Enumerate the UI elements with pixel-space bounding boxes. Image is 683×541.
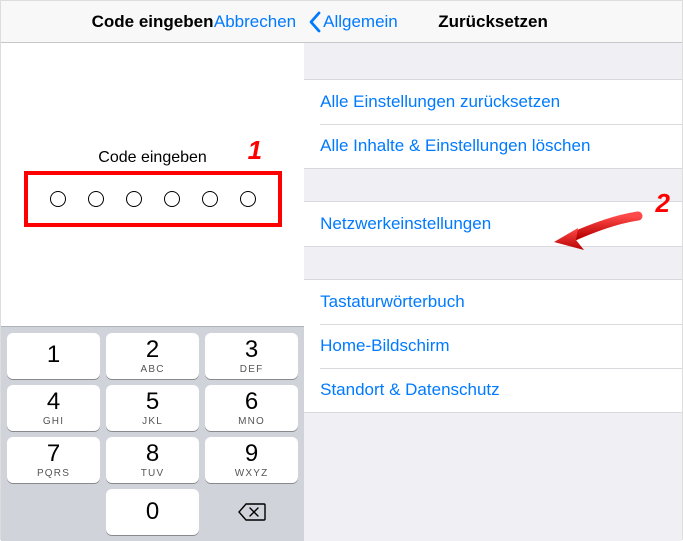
row-keyboard-dictionary[interactable]: Tastaturwörterbuch [304,280,682,324]
row-location-privacy[interactable]: Standort & Datenschutz [304,368,682,412]
key-5[interactable]: 5JKL [106,385,199,431]
cancel-button[interactable]: Abbrechen [210,1,300,43]
key-blank [7,489,100,535]
row-home-screen[interactable]: Home-Bildschirm [304,324,682,368]
reset-header: Allgemein Zurücksetzen [304,1,682,43]
annotation-1: 1 [248,135,262,166]
key-0[interactable]: 0 [106,489,199,535]
key-1[interactable]: 1 [7,333,100,379]
row-reset-all-settings[interactable]: Alle Einstellungen zurücksetzen [304,80,682,124]
key-7[interactable]: 7PQRS [7,437,100,483]
reset-group-1: Alle Einstellungen zurücksetzen Alle Inh… [304,79,682,169]
reset-group-2: Netzwerkeinstellungen [304,201,682,247]
reset-group-3: Tastaturwörterbuch Home-Bildschirm Stand… [304,279,682,413]
passcode-dot [240,191,256,207]
back-label: Allgemein [323,12,398,32]
key-3[interactable]: 3DEF [205,333,298,379]
passcode-dots-box [24,171,282,227]
row-erase-all[interactable]: Alle Inhalte & Einstellungen löschen [304,124,682,168]
key-9[interactable]: 9WXYZ [205,437,298,483]
key-2[interactable]: 2ABC [106,333,199,379]
passcode-body: Code eingeben 1 [1,43,304,326]
reset-panel: Allgemein Zurücksetzen Alle Einstellunge… [304,1,682,541]
passcode-dot [202,191,218,207]
key-backspace[interactable] [205,489,298,535]
key-4[interactable]: 4GHI [7,385,100,431]
passcode-dot [126,191,142,207]
numeric-keypad: 1 2ABC 3DEF 4GHI 5JKL 6MNO 7PQRS 8TUV 9W… [1,326,304,541]
key-8[interactable]: 8TUV [106,437,199,483]
passcode-panel: Code eingeben Abbrechen Code eingeben 1 … [1,1,304,541]
passcode-dot [164,191,180,207]
passcode-dot [50,191,66,207]
passcode-title: Code eingeben [92,12,214,32]
passcode-header: Code eingeben Abbrechen [1,1,304,43]
back-button[interactable]: Allgemein [304,11,398,33]
row-network-settings[interactable]: Netzwerkeinstellungen [304,202,682,246]
passcode-dot [88,191,104,207]
backspace-icon [238,502,266,522]
chevron-left-icon [308,11,321,33]
key-6[interactable]: 6MNO [205,385,298,431]
